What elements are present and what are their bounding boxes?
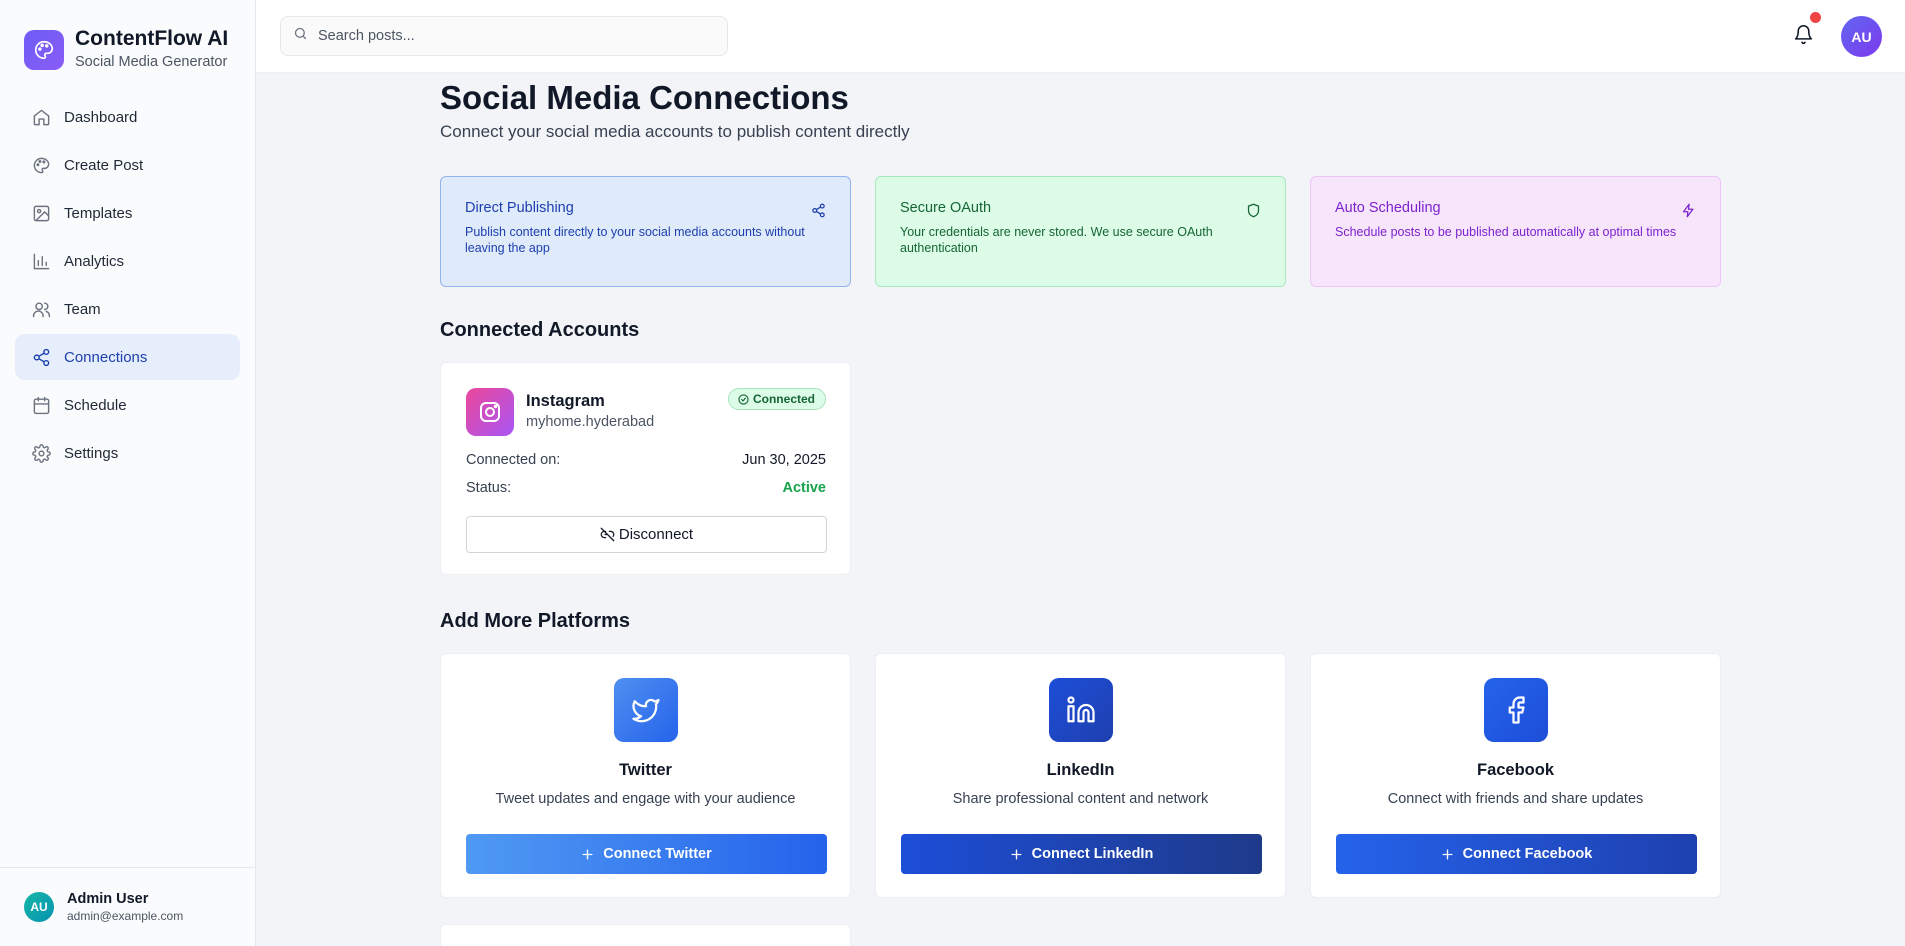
user-profile[interactable]: AU Admin User admin@example.com <box>0 867 256 946</box>
users-icon <box>31 299 51 319</box>
bell-icon <box>1793 25 1814 49</box>
sidebar-item-analytics[interactable]: Analytics <box>15 238 240 284</box>
platform-description: Connect with friends and share updates <box>1387 791 1644 807</box>
feature-description: Your credentials are never stored. We us… <box>900 225 1213 255</box>
plus-icon <box>1011 848 1022 860</box>
search-box[interactable] <box>280 16 728 56</box>
calendar-icon <box>31 395 51 415</box>
platform-description: Tweet updates and engage with your audie… <box>495 791 796 807</box>
platform-name: Facebook <box>1476 761 1555 779</box>
section-title-connected: Connected Accounts <box>440 319 640 341</box>
sidebar-item-schedule[interactable]: Schedule <box>15 382 240 428</box>
share-icon <box>811 203 826 223</box>
connect-twitter-button[interactable]: Connect Twitter <box>466 834 827 874</box>
brand[interactable]: ContentFlow AI Social Media Generator <box>24 27 228 72</box>
share-icon <box>31 347 51 367</box>
button-label: Connect Twitter <box>603 846 712 862</box>
facebook-icon <box>1484 678 1548 742</box>
shield-icon <box>1246 203 1261 223</box>
feature-card-secure-oauth: Secure OAuth Your credentials are never … <box>875 176 1286 287</box>
app-tagline: Social Media Generator <box>75 54 228 70</box>
feature-title: Secure OAuth <box>900 200 992 216</box>
feature-title: Direct Publishing <box>465 200 574 216</box>
sidebar-item-label: Create Post <box>64 156 144 174</box>
account-handle: myhome.hyderabad <box>526 414 655 430</box>
status-label: Status: <box>466 480 512 496</box>
platform-card-linkedin: LinkedIn Share professional content and … <box>875 653 1286 898</box>
search-icon <box>293 26 308 46</box>
user-email: admin@example.com <box>67 909 184 923</box>
status-value: Active <box>782 480 826 496</box>
status-badge: Connected <box>727 388 826 410</box>
plus-icon <box>582 848 593 860</box>
sidebar: ContentFlow AI Social Media Generator Da… <box>0 0 256 946</box>
sidebar-nav: Dashboard Create Post Templates Analytic… <box>15 94 240 478</box>
palette-icon <box>24 29 64 70</box>
platform-card-partial <box>440 924 851 946</box>
feature-title: Auto Scheduling <box>1335 200 1441 216</box>
page-title: Social Media Connections <box>440 79 849 116</box>
notifications-button[interactable] <box>1793 12 1821 49</box>
twitter-icon <box>614 678 678 742</box>
connected-account-card: Instagram myhome.hyderabad Connected Con… <box>440 362 851 575</box>
search-input[interactable] <box>318 28 698 44</box>
button-label: Connect Facebook <box>1462 846 1593 862</box>
sidebar-item-label: Templates <box>64 204 133 222</box>
sidebar-item-label: Dashboard <box>64 108 138 126</box>
notification-dot <box>1810 12 1821 23</box>
sidebar-item-label: Connections <box>64 348 148 366</box>
check-circle-icon <box>738 393 749 405</box>
topbar: AU <box>256 0 1905 73</box>
sidebar-item-connections[interactable]: Connections <box>15 334 240 380</box>
app-name: ContentFlow AI <box>75 27 229 50</box>
sidebar-item-create-post[interactable]: Create Post <box>15 142 240 188</box>
sidebar-item-settings[interactable]: Settings <box>15 430 240 476</box>
sidebar-item-label: Team <box>64 300 101 318</box>
home-icon <box>31 107 51 127</box>
section-title-add-platforms: Add More Platforms <box>440 610 631 632</box>
plus-icon <box>1442 848 1453 860</box>
platform-name: Twitter <box>619 761 672 779</box>
platform-card-twitter: Twitter Tweet updates and engage with yo… <box>440 653 851 898</box>
sidebar-item-label: Analytics <box>64 252 125 270</box>
button-label: Connect LinkedIn <box>1031 846 1154 862</box>
sidebar-item-label: Schedule <box>64 396 127 414</box>
lightning-icon <box>1681 203 1696 223</box>
connected-on-value: Jun 30, 2025 <box>742 452 826 468</box>
feature-card-direct-publishing: Direct Publishing Publish content direct… <box>440 176 851 287</box>
instagram-icon <box>466 388 514 436</box>
connected-on-label: Connected on: <box>466 452 561 468</box>
disconnect-label: Disconnect <box>618 526 694 543</box>
platform-description: Share professional content and network <box>952 791 1209 807</box>
linkedin-icon <box>1049 678 1113 742</box>
bar-chart-icon <box>31 251 51 271</box>
sidebar-item-dashboard[interactable]: Dashboard <box>15 94 240 140</box>
sidebar-item-label: Settings <box>64 444 119 462</box>
sidebar-item-templates[interactable]: Templates <box>15 190 240 236</box>
image-icon <box>31 203 51 223</box>
feature-description: Publish content directly to your social … <box>465 225 805 255</box>
avatar: AU <box>24 892 54 922</box>
user-name: Admin User <box>67 891 149 907</box>
palette-icon <box>31 155 51 175</box>
avatar[interactable]: AU <box>1841 16 1882 57</box>
platform-name: LinkedIn <box>1046 761 1115 779</box>
feature-card-auto-scheduling: Auto Scheduling Schedule posts to be pub… <box>1310 176 1721 287</box>
sidebar-item-team[interactable]: Team <box>15 286 240 332</box>
account-platform: Instagram <box>526 392 605 410</box>
feature-description: Schedule posts to be published automatic… <box>1335 225 1677 239</box>
unlink-icon <box>600 527 615 542</box>
platform-card-facebook: Facebook Connect with friends and share … <box>1310 653 1721 898</box>
badge-label: Connected <box>752 392 815 406</box>
disconnect-button[interactable]: Disconnect <box>466 516 827 553</box>
page-subtitle: Connect your social media accounts to pu… <box>440 122 910 141</box>
connect-facebook-button[interactable]: Connect Facebook <box>1336 834 1697 874</box>
gear-icon <box>31 443 51 463</box>
connect-linkedin-button[interactable]: Connect LinkedIn <box>901 834 1262 874</box>
